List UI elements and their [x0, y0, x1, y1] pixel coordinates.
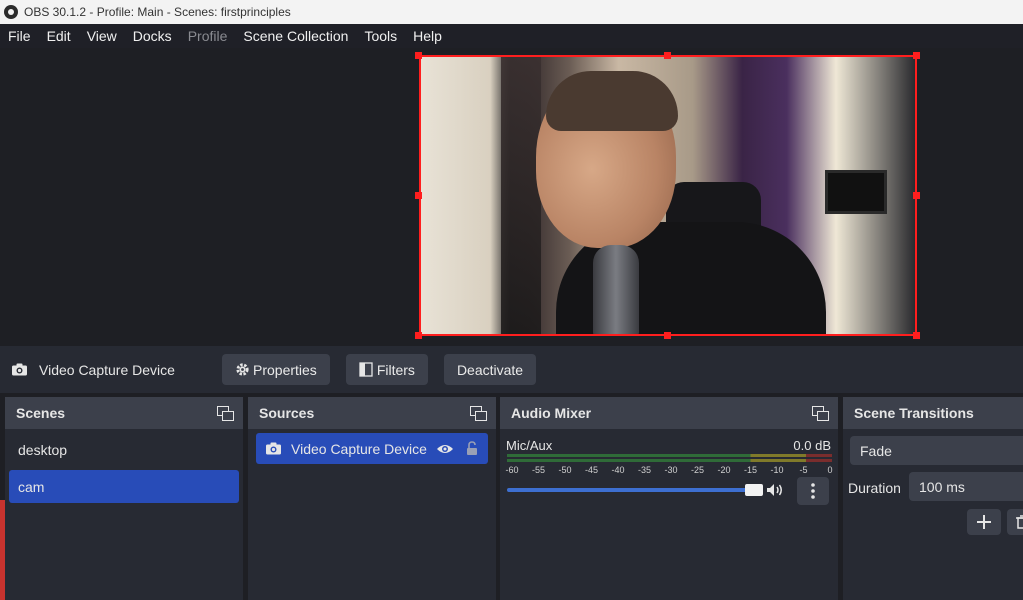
undock-icon[interactable]	[217, 406, 234, 421]
camera-feed-source[interactable]	[419, 55, 917, 336]
more-vertical-icon	[811, 483, 815, 499]
camera-shelf	[501, 57, 541, 334]
audio-mixer-dock: Audio Mixer Mic/Aux 0.0 dB -60 -55 -50 -45-…	[500, 397, 838, 600]
source-item-video-capture[interactable]: Video Capture Device	[256, 433, 488, 464]
speaker-icon[interactable]	[766, 483, 784, 497]
scenes-title: Scenes	[16, 405, 66, 421]
scene-transitions-title: Scene Transitions	[854, 405, 974, 421]
filters-icon	[359, 362, 373, 377]
channel-name: Mic/Aux	[506, 438, 553, 453]
meter-scale-tick: -50	[558, 465, 572, 475]
deactivate-label: Deactivate	[456, 361, 524, 378]
sources-title: Sources	[259, 405, 315, 421]
menu-tools[interactable]: Tools	[356, 28, 405, 44]
selected-source-name: Video Capture Device	[39, 361, 175, 378]
duration-input[interactable]: 100 ms	[909, 472, 1023, 501]
undock-icon[interactable]	[470, 406, 487, 421]
transform-handle-right[interactable]	[913, 192, 920, 199]
meter-scale-tick: -30	[664, 465, 678, 475]
camera-icon	[12, 363, 27, 376]
meter-scale-tick: -20	[717, 465, 731, 475]
transform-handle-top[interactable]	[664, 52, 671, 59]
add-transition-button[interactable]	[967, 509, 1001, 535]
source-toolbar: Video Capture Device Properties Filters …	[0, 346, 1023, 393]
transform-handle-top-right[interactable]	[913, 52, 920, 59]
channel-level: 0.0 dB	[793, 438, 831, 453]
volume-meter-bar	[507, 454, 832, 457]
meter-scale-tick: -10	[770, 465, 784, 475]
selected-source: Video Capture Device	[12, 362, 222, 378]
meter-scale: -60 -55 -50 -45 -40 -35 -30 -25 -20 -15 -10 -5 0	[504, 464, 834, 478]
obs-logo-icon	[4, 5, 18, 19]
transform-handle-left[interactable]	[415, 192, 422, 199]
plus-icon	[977, 515, 991, 529]
meter-scale-tick: -15	[743, 465, 758, 475]
remove-transition-button[interactable]	[1007, 509, 1023, 535]
mixer-menu-button[interactable]	[797, 477, 829, 505]
sources-dock: Sources Video Capture Device	[248, 397, 496, 600]
deactivate-button[interactable]: Deactivate	[443, 354, 537, 385]
volume-slider[interactable]	[507, 484, 763, 496]
trash-icon	[1016, 515, 1023, 529]
audio-mixer-dock-header: Audio Mixer	[500, 397, 838, 429]
properties-button[interactable]: Properties	[222, 354, 330, 385]
scene-item-cam[interactable]: cam	[9, 470, 239, 503]
window-title: OBS 30.1.2 - Profile: Main - Scenes: fir…	[24, 5, 291, 19]
transform-handle-bottom[interactable]	[664, 332, 671, 339]
meter-scale-tick: -40	[611, 465, 625, 475]
transition-selected: Fade	[860, 442, 892, 459]
filters-button[interactable]: Filters	[345, 354, 428, 385]
volume-slider-handle[interactable]	[745, 484, 763, 496]
scene-label: desktop	[18, 441, 68, 458]
sources-dock-header: Sources	[248, 397, 496, 429]
meter-scale-tick: -45	[584, 465, 599, 475]
scenes-dock: Scenes desktop cam	[5, 397, 243, 600]
volume-meter-bar	[507, 459, 832, 462]
scene-item-desktop[interactable]: desktop	[9, 433, 239, 466]
meter-scale-tick: 0	[827, 465, 833, 475]
meter-scale-tick: -25	[690, 465, 705, 475]
duration-value: 100 ms	[919, 478, 965, 495]
transform-handle-top-left[interactable]	[415, 52, 422, 59]
meter-scale-tick: -60	[505, 465, 519, 475]
scene-transitions-dock: Scene Transitions Fade Duration 100 ms	[843, 397, 1023, 600]
menu-help[interactable]: Help	[405, 28, 450, 44]
title-bar: OBS 30.1.2 - Profile: Main - Scenes: fir…	[0, 0, 1023, 24]
duration-label: Duration	[848, 480, 901, 496]
transition-select[interactable]: Fade	[850, 436, 1023, 465]
filters-label: Filters	[376, 361, 415, 378]
menu-edit[interactable]: Edit	[39, 28, 79, 44]
properties-label: Properties	[253, 361, 317, 378]
source-label: Video Capture Device	[291, 440, 427, 457]
volume-meter	[507, 454, 832, 464]
meter-scale-tick: -35	[637, 465, 652, 475]
eye-icon[interactable]	[436, 443, 454, 455]
undock-icon[interactable]	[812, 406, 829, 421]
meter-scale-tick: -5	[799, 465, 808, 475]
scenes-dock-header: Scenes	[5, 397, 243, 429]
menu-scene-collection[interactable]: Scene Collection	[235, 28, 356, 44]
transform-handle-bottom-right[interactable]	[913, 332, 920, 339]
menu-profile: Profile	[187, 28, 228, 44]
camera-icon	[266, 442, 281, 455]
camera-monitor	[825, 170, 887, 214]
transform-handle-bottom-left[interactable]	[415, 332, 422, 339]
scene-label: cam	[18, 478, 45, 495]
menu-file[interactable]: File	[0, 28, 39, 44]
camera-microphone	[593, 245, 639, 334]
menu-docks[interactable]: Docks	[125, 28, 180, 44]
meter-scale-tick: -55	[531, 465, 546, 475]
gear-icon	[236, 363, 249, 376]
camera-person-hair	[546, 71, 678, 131]
scene-transitions-dock-header: Scene Transitions	[843, 397, 1023, 429]
menu-view[interactable]: View	[79, 28, 125, 44]
audio-mixer-title: Audio Mixer	[511, 405, 592, 421]
unlocked-icon[interactable]	[466, 441, 478, 456]
menu-bar: File Edit View Docks Profile Scene Colle…	[0, 24, 1023, 48]
